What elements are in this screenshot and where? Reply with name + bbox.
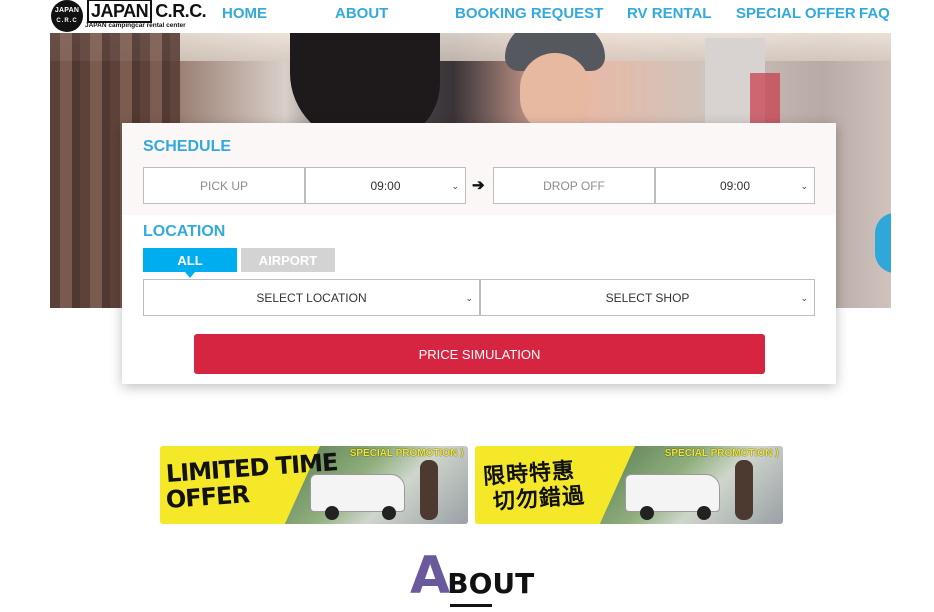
dropoff-date-field[interactable]: DROP OFF [493,167,655,204]
logo-wordmark: JAPAN C.R.C. [87,0,207,23]
nav-booking-request[interactable]: BOOKING REQUEST [455,6,603,22]
nav-home[interactable]: HOME [222,6,267,22]
hero-blue-object [875,213,891,273]
location-select[interactable]: SELECT LOCATION ⌄ [143,279,480,316]
shop-select[interactable]: SELECT SHOP ⌄ [480,279,815,316]
logo-wordmark-rest: C.R.C. [155,1,207,21]
banner-van-wheel [325,506,339,520]
pickup-time-select[interactable]: 09:00 ⌄ [305,167,466,204]
booking-panel: SCHEDULE PICK UP 09:00 ⌄ ➔ DROP OFF 09:0… [122,123,836,384]
chevron-down-icon: ⌄ [465,292,473,303]
promo-banner-chinese[interactable]: SPECIAL PROMOTION ⟩ 限時特惠 切勿錯過 [475,446,783,524]
logo-badge-bottom: C.R.C [56,18,78,24]
about-heading-rest: BOUT [447,567,535,600]
banner-promo-label: SPECIAL PROMOTION ⟩ [349,448,464,459]
logo-wordmark-boxed: JAPAN [87,0,153,23]
shop-select-value: SELECT SHOP [605,290,690,305]
site-logo[interactable]: JAPAN C.R.C JAPAN C.R.C. JAPAN campingcar… [50,0,207,33]
about-heading-underline [450,604,492,607]
chevron-down-icon: ⌄ [451,180,459,191]
chevron-down-icon: ⌄ [800,180,808,191]
dropoff-time-select[interactable]: 09:00 ⌄ [655,167,815,204]
hero-person-right-face [520,53,590,133]
banner-promo-label: SPECIAL PROMOTION ⟩ [664,448,779,459]
banner-van-wheel [697,506,711,520]
tab-all[interactable]: ALL [143,248,237,278]
banner-headline-line2: OFFER [165,480,250,514]
dropoff-date-placeholder: DROP OFF [543,178,605,193]
banner-person [420,460,438,520]
banner-van-wheel [640,506,654,520]
pickup-date-placeholder: PICK UP [199,178,248,193]
nav-special-offer[interactable]: SPECIAL OFFER [736,6,856,22]
logo-tagline: JAPAN campingcar rental center [85,22,186,29]
promo-banner-english[interactable]: SPECIAL PROMOTION ⟩ LIMITED TIME OFFER [160,446,468,524]
banner-van-wheel [382,506,396,520]
chevron-down-icon: ⌄ [800,292,808,303]
nav-faq[interactable]: FAQ [859,6,890,22]
nav-rv-rental[interactable]: RV RENTAL [627,6,711,22]
dropoff-time-value: 09:00 [719,178,751,193]
about-heading-initial: A [410,546,451,606]
location-title: LOCATION [143,223,226,240]
banner-headline-line2: 切勿錯過 [492,483,586,515]
tab-airport[interactable]: AIRPORT [241,248,335,272]
banner-person [735,460,753,520]
about-heading: ABOUT [410,550,534,610]
nav-about[interactable]: ABOUT [335,6,388,22]
pickup-date-field[interactable]: PICK UP [143,167,305,204]
arrow-right-icon: ➔ [472,177,485,194]
logo-badge-top: JAPAN [54,7,80,14]
location-select-value: SELECT LOCATION [256,290,367,305]
pickup-time-value: 09:00 [370,178,401,193]
schedule-title: SCHEDULE [143,138,232,155]
price-simulation-button[interactable]: PRICE SIMULATION [194,334,765,374]
logo-badge: JAPAN C.R.C [51,0,83,32]
